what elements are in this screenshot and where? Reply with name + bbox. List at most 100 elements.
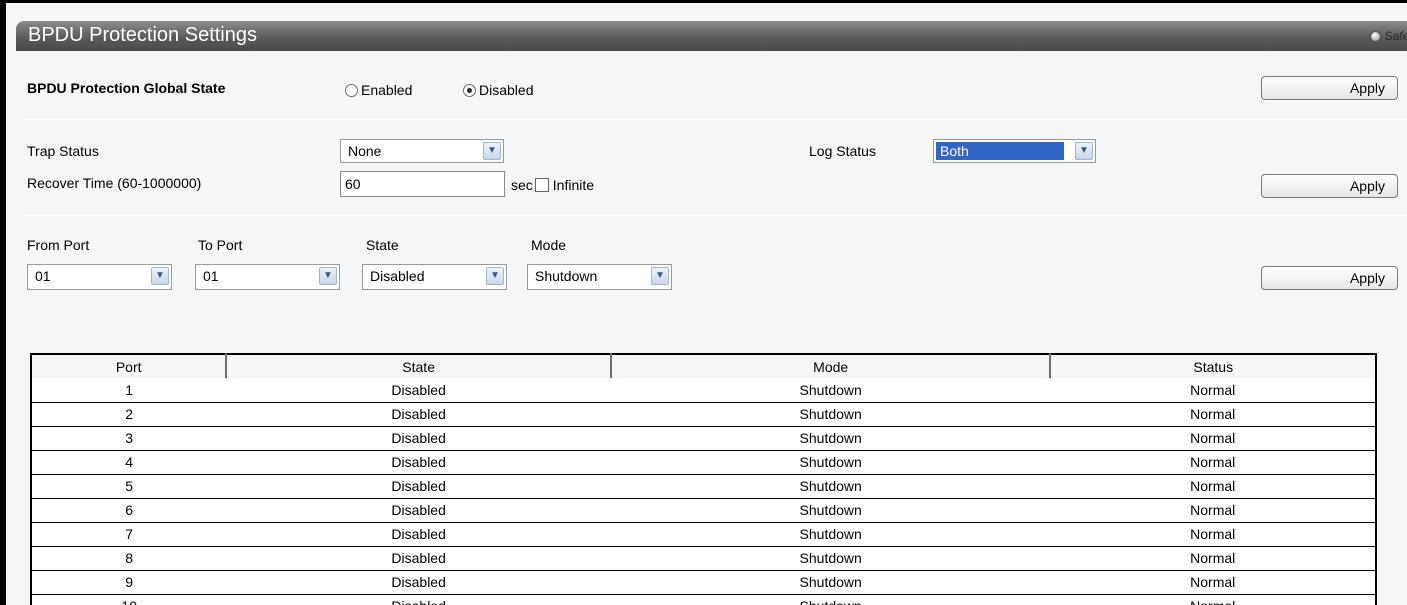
chevron-down-icon[interactable]: ▼ (151, 267, 169, 285)
status-dot-icon (1369, 30, 1381, 42)
chevron-down-icon[interactable]: ▼ (486, 267, 504, 285)
from-port-value: 01 (35, 268, 51, 284)
cell-mode: Shutdown (610, 594, 1051, 605)
cell-port: 3 (31, 426, 227, 451)
cell-port: 9 (31, 570, 227, 595)
cell-state: Disabled (226, 426, 611, 451)
divider (24, 215, 1407, 216)
cell-mode: Shutdown (610, 474, 1051, 499)
chevron-down-icon[interactable]: ▼ (483, 142, 501, 160)
cell-status: Normal (1050, 570, 1376, 595)
port-apply-button[interactable]: Apply (1261, 266, 1398, 290)
column-header-port: Port (31, 353, 227, 378)
cell-status: Normal (1050, 450, 1376, 475)
cell-mode: Shutdown (610, 570, 1051, 595)
cell-state: Disabled (226, 498, 611, 523)
trap-status-label: Trap Status (27, 143, 99, 159)
column-header-status: Status (1049, 353, 1376, 378)
to-port-label: To Port (198, 237, 243, 253)
sec-label: sec (511, 177, 533, 193)
cell-mode: Shutdown (610, 378, 1051, 403)
cell-port: 1 (31, 378, 227, 403)
table-row: 8 Disabled Shutdown Normal (31, 546, 1376, 571)
cell-status: Normal (1050, 498, 1376, 523)
table-header-row: Port State Mode Status (31, 353, 1376, 378)
cell-mode: Shutdown (610, 546, 1051, 571)
column-header-state: State (225, 353, 611, 378)
cell-state: Disabled (226, 570, 611, 595)
column-header-mode: Mode (609, 353, 1051, 378)
recover-time-input[interactable]: 60 (340, 171, 505, 197)
global-apply-button[interactable]: Apply (1261, 76, 1398, 100)
chevron-down-icon[interactable]: ▼ (1075, 142, 1093, 160)
cell-status: Normal (1050, 402, 1376, 427)
cell-state: Disabled (226, 522, 611, 547)
cell-state: Disabled (226, 402, 611, 427)
table-row: 10DisabledShutdownNormal (31, 594, 1376, 605)
state-value: Disabled (370, 268, 425, 284)
title-bar: BPDU Protection Settings Safeg (16, 21, 1407, 51)
radio-enabled-icon[interactable] (345, 84, 358, 97)
cell-port: 2 (31, 402, 227, 427)
to-port-value: 01 (203, 268, 219, 284)
log-status-value: Both (936, 142, 1064, 160)
cell-status: Normal (1050, 378, 1376, 403)
cell-state: Disabled (226, 378, 611, 403)
radio-disabled-label: Disabled (479, 82, 534, 98)
trap-status-select[interactable]: None ▼ (340, 139, 504, 163)
cell-mode: Shutdown (610, 498, 1051, 523)
cell-mode: Shutdown (610, 426, 1051, 451)
port-table: Port State Mode Status 1 Disabled Shutdown… (30, 353, 1377, 605)
cell-mode: Shutdown (610, 450, 1051, 475)
radio-disabled-icon[interactable] (463, 84, 476, 97)
state-label: State (366, 237, 399, 253)
cell-state: Disabled (226, 450, 611, 475)
global-state-label: BPDU Protection Global State (27, 80, 226, 96)
radio-enabled[interactable]: Enabled (345, 82, 412, 98)
infinite-checkbox[interactable] (534, 178, 549, 192)
log-status-select[interactable]: Both ▼ (933, 139, 1096, 163)
chevron-down-icon[interactable]: ▼ (651, 267, 669, 285)
mode-label: Mode (531, 237, 567, 253)
settings-panel: BPDU Protection Global State Enabled Dis… (16, 51, 1407, 605)
chevron-down-icon[interactable]: ▼ (319, 267, 337, 285)
cell-mode: Shutdown (610, 522, 1051, 547)
divider (24, 308, 1407, 309)
safeguard-label: Safeg (1384, 29, 1407, 43)
cell-status: Normal (1050, 546, 1376, 571)
cell-state: Disabled (226, 546, 611, 571)
table-row: 3 Disabled Shutdown Normal (31, 426, 1376, 451)
safeguard-indicator[interactable]: Safeg (1369, 29, 1407, 43)
radio-disabled[interactable]: Disabled (463, 82, 533, 98)
divider (24, 119, 1407, 120)
table-row: 2 Disabled Shutdown Normal (31, 402, 1376, 427)
infinite-label: Infinite (552, 177, 595, 193)
cell-port: 8 (31, 546, 227, 571)
recover-time-unit: sec Infinite (511, 177, 594, 193)
cell-mode: Shutdown (610, 402, 1051, 427)
table-row: 6 Disabled Shutdown Normal (31, 498, 1376, 523)
from-port-label: From Port (27, 237, 90, 253)
app-frame: BPDU Protection Settings Safeg BPDU Prot… (0, 0, 1407, 605)
mode-select[interactable]: Shutdown ▼ (527, 264, 672, 290)
table-row: 4 Disabled Shutdown Normal (31, 450, 1376, 475)
radio-enabled-label: Enabled (361, 82, 413, 98)
recover-time-label: Recover Time (60-1000000) (27, 175, 202, 191)
cell-status: Normal (1050, 426, 1376, 451)
cell-state: Disabled (226, 594, 611, 605)
cell-port: 4 (31, 450, 227, 475)
to-port-select[interactable]: 01 ▼ (195, 264, 340, 290)
cell-state: Disabled (226, 474, 611, 499)
cell-status: Normal (1050, 474, 1376, 499)
trap-status-value: None (348, 143, 382, 159)
cell-port: 6 (31, 498, 227, 523)
cell-port: 10 (31, 594, 227, 605)
recover-apply-button[interactable]: Apply (1261, 174, 1398, 198)
table-row: 9 Disabled Shutdown Normal (31, 570, 1376, 595)
table-row: 7 Disabled Shutdown Normal (31, 522, 1376, 547)
from-port-select[interactable]: 01 ▼ (27, 264, 172, 290)
mode-value: Shutdown (535, 268, 598, 284)
table-row: 5 Disabled Shutdown Normal (31, 474, 1376, 499)
state-select[interactable]: Disabled ▼ (362, 264, 507, 290)
cell-status: Normal (1050, 594, 1376, 605)
